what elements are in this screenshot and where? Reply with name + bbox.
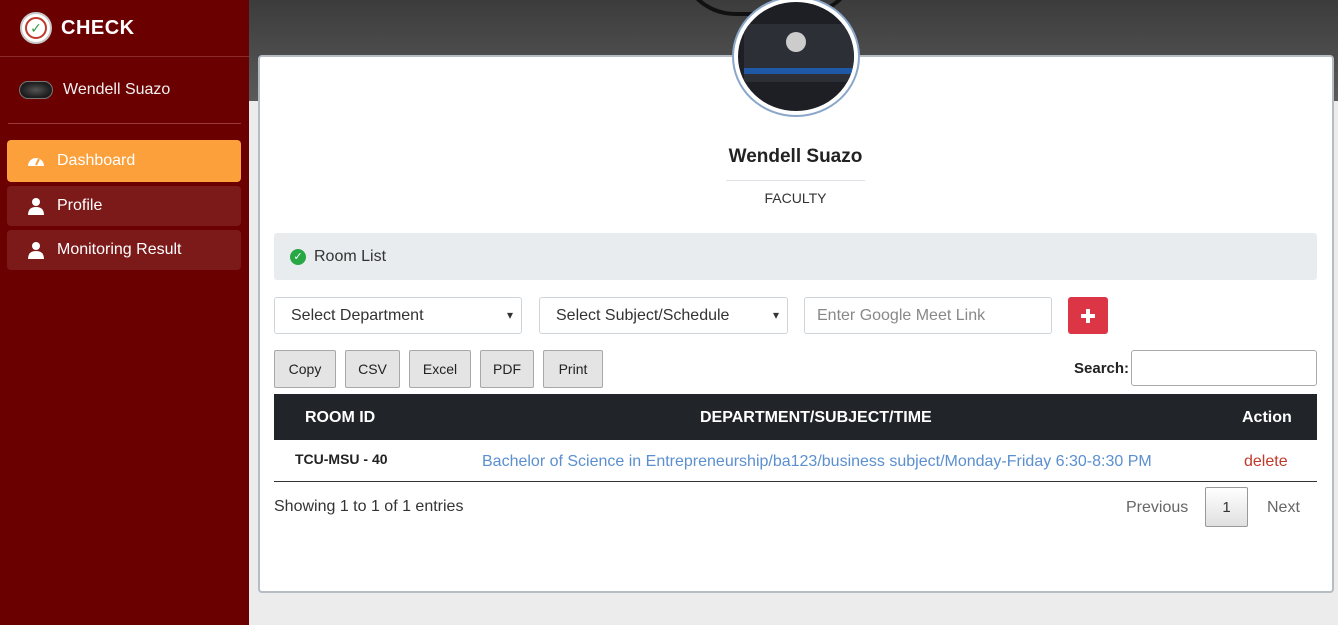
brand-name: CHECK [61, 16, 135, 39]
print-button[interactable]: Print [543, 350, 603, 388]
department-select[interactable]: Select Department ▾ [274, 297, 522, 334]
check-logo-icon: ✓ [20, 12, 52, 44]
table-header: ROOM ID DEPARTMENT/SUBJECT/TIME Action [274, 394, 1317, 440]
copy-button[interactable]: Copy [274, 350, 336, 388]
page-1-button[interactable]: 1 [1205, 487, 1248, 527]
search-label: Search: [1074, 360, 1130, 377]
room-list-header: ✓ Room List [274, 233, 1317, 280]
profile-name: Wendell Suazo [728, 146, 863, 167]
sidebar-item-label: Dashboard [57, 152, 136, 169]
chevron-down-icon: ▾ [506, 308, 513, 322]
next-page-button[interactable]: Next [1267, 499, 1300, 517]
profile-picture [734, 0, 858, 115]
sidebar-item-profile[interactable]: Profile [7, 186, 241, 226]
plus-icon [1081, 308, 1095, 323]
sidebar-item-label: Profile [57, 197, 103, 214]
sidebar-item-label: Monitoring Result [57, 241, 182, 258]
sidebar: ✓ CHECK Wendell Suazo Dashboard Profile … [0, 0, 249, 625]
room-id-cell: TCU-MSU - 40 [295, 451, 388, 467]
avatar [19, 81, 53, 99]
subject-schedule-select[interactable]: Select Subject/Schedule ▾ [539, 297, 788, 334]
column-header-room-id[interactable]: ROOM ID [305, 409, 375, 427]
column-header-details[interactable]: DEPARTMENT/SUBJECT/TIME [700, 409, 932, 427]
add-room-button[interactable] [1068, 297, 1108, 334]
csv-button[interactable]: CSV [345, 350, 400, 388]
dashboard-icon [26, 151, 46, 171]
google-meet-link-input[interactable] [804, 297, 1052, 334]
user-icon [26, 240, 46, 260]
profile-role: FACULTY [764, 190, 827, 206]
department-select-value: Select Department [291, 306, 424, 324]
brand[interactable]: ✓ CHECK [0, 0, 249, 57]
column-header-action[interactable]: Action [1242, 409, 1292, 427]
table-row: TCU-MSU - 40 Bachelor of Science in Entr… [274, 440, 1317, 482]
sidebar-user[interactable]: Wendell Suazo [0, 57, 241, 123]
excel-button[interactable]: Excel [409, 350, 471, 388]
check-circle-icon: ✓ [290, 248, 306, 265]
search-input[interactable] [1131, 350, 1317, 386]
chevron-down-icon: ▾ [772, 308, 779, 322]
room-list-title: Room List [314, 247, 387, 265]
subject-select-value: Select Subject/Schedule [556, 306, 730, 324]
user-icon [26, 196, 46, 216]
sidebar-user-name: Wendell Suazo [63, 81, 171, 98]
play-icon [786, 32, 806, 52]
divider [726, 180, 865, 181]
pdf-button[interactable]: PDF [480, 350, 534, 388]
room-details-link[interactable]: Bachelor of Science in Entrepreneurship/… [482, 453, 1152, 471]
previous-page-button[interactable]: Previous [1126, 499, 1188, 517]
sidebar-item-monitoring-result[interactable]: Monitoring Result [7, 230, 241, 270]
sidebar-item-dashboard[interactable]: Dashboard [7, 140, 241, 182]
divider [8, 123, 241, 124]
delete-link[interactable]: delete [1244, 453, 1288, 471]
table-info: Showing 1 to 1 of 1 entries [274, 498, 464, 515]
